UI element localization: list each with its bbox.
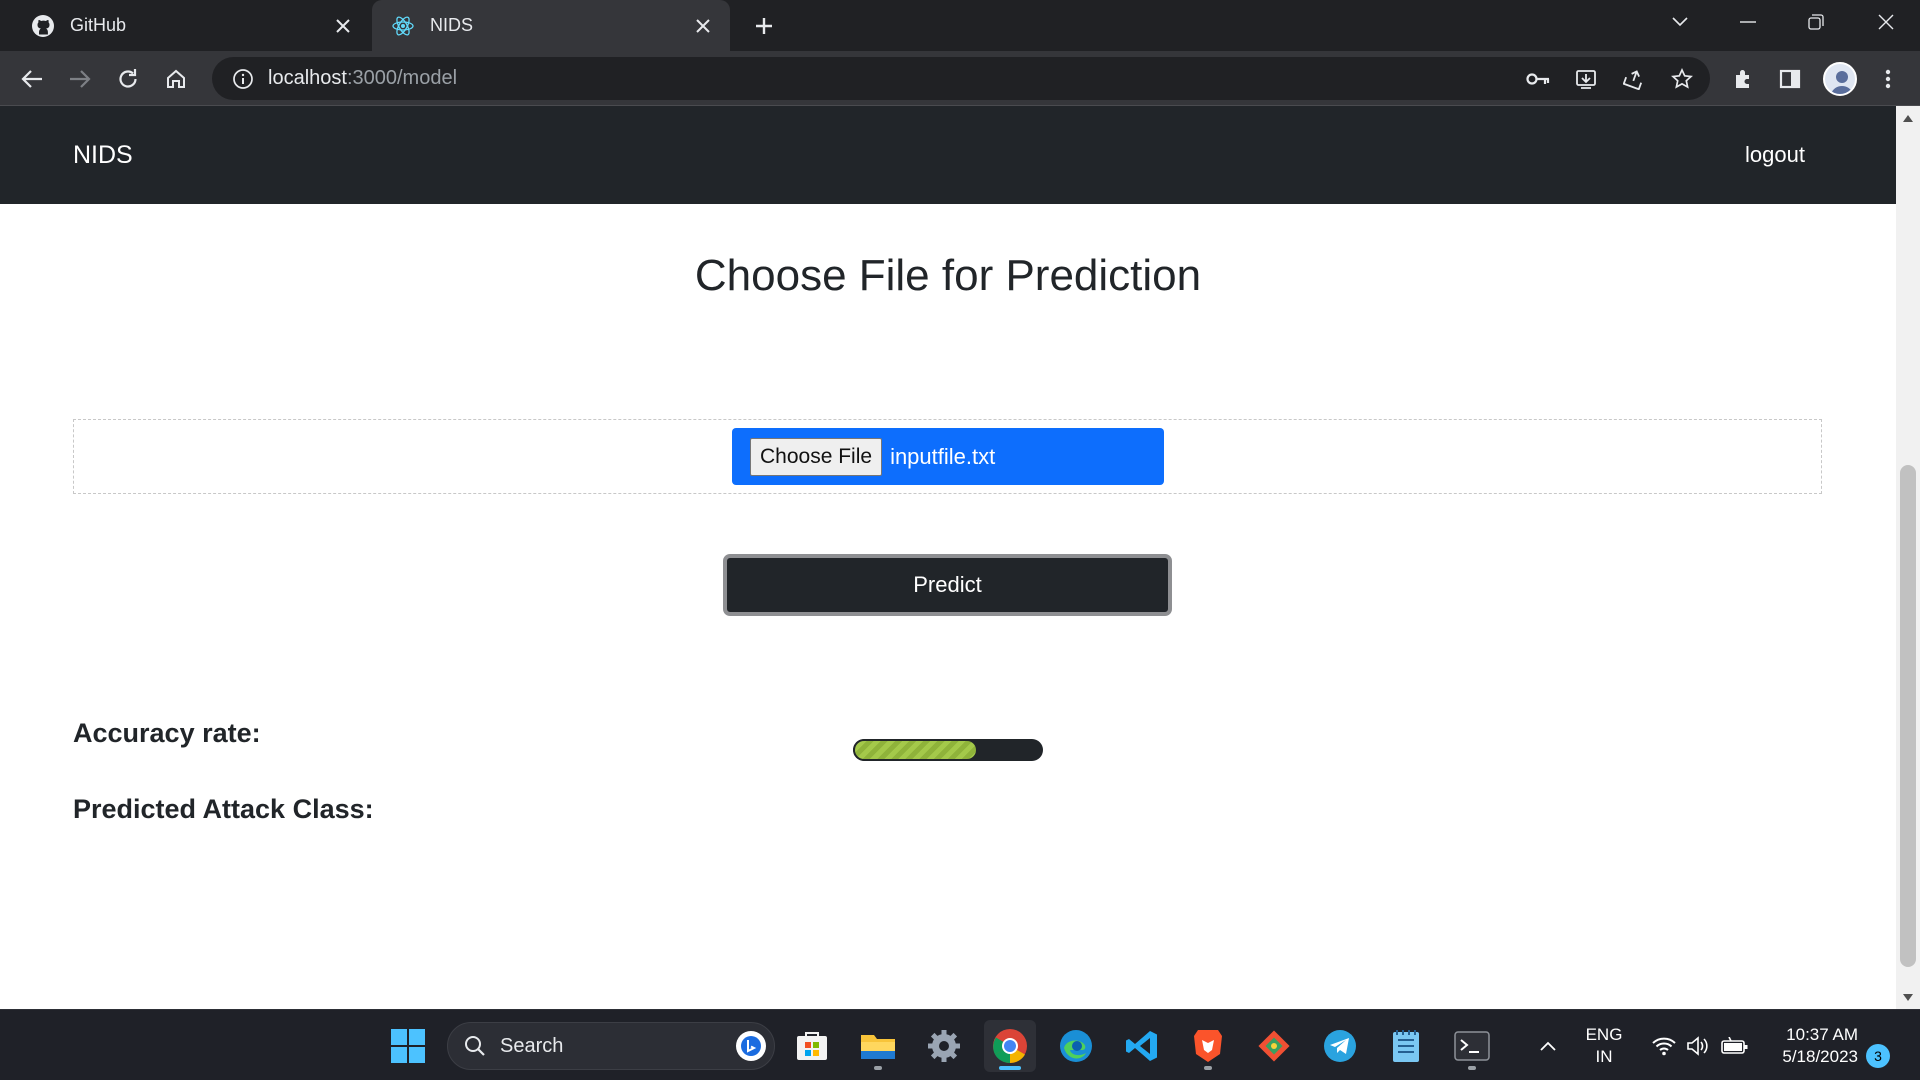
tab-github[interactable]: GitHub <box>0 0 370 51</box>
running-indicator <box>1468 1066 1476 1070</box>
close-icon[interactable] <box>688 11 718 41</box>
active-indicator <box>999 1066 1021 1070</box>
home-icon[interactable] <box>158 61 194 97</box>
running-indicator <box>874 1066 882 1070</box>
wifi-icon[interactable] <box>1648 1020 1680 1072</box>
vscode-icon[interactable] <box>1116 1020 1168 1072</box>
page-scrollbar[interactable] <box>1896 106 1920 1009</box>
page-title: Choose File for Prediction <box>694 251 1202 300</box>
taskbar: Search ENG IN 10:37 AM 5/18/2023 3 <box>0 1009 1920 1080</box>
progress-fill <box>853 739 979 761</box>
bing-icon[interactable] <box>736 1031 766 1061</box>
tab-title: NIDS <box>430 15 474 35</box>
predict-button[interactable]: Predict <box>723 554 1172 616</box>
taskbar-search[interactable]: Search <box>447 1022 775 1070</box>
microsoft-store-icon[interactable] <box>786 1020 838 1072</box>
bookmark-star-icon[interactable] <box>1664 61 1700 97</box>
accuracy-label: Accuracy rate: <box>73 718 261 748</box>
file-input[interactable]: Choose File inputfile.txt <box>732 428 1164 485</box>
search-icon <box>465 1036 485 1056</box>
browser-tab-strip: GitHub NIDS <box>0 0 1920 51</box>
search-placeholder: Search <box>500 1034 564 1057</box>
git-icon[interactable] <box>1248 1020 1300 1072</box>
attack-class-label: Predicted Attack Class: <box>73 794 374 824</box>
close-icon[interactable] <box>328 11 358 41</box>
react-icon <box>390 13 416 39</box>
navbar-brand[interactable]: NIDS <box>73 106 133 204</box>
url-host: localhost <box>268 67 347 89</box>
battery-icon[interactable] <box>1718 1020 1752 1072</box>
clock-date: 5/18/2023 <box>1782 1047 1858 1066</box>
language-indicator[interactable]: ENG IN <box>1574 1024 1634 1068</box>
url-path: :3000/model <box>346 67 458 89</box>
scroll-down-icon[interactable] <box>1902 991 1914 1003</box>
choose-file-button[interactable]: Choose File <box>750 437 883 476</box>
install-app-icon[interactable] <box>1568 61 1604 97</box>
tab-nids[interactable]: NIDS <box>372 0 730 51</box>
profile-avatar[interactable] <box>1823 62 1857 96</box>
settings-gear-icon[interactable] <box>918 1020 970 1072</box>
progress-bar <box>853 739 1043 761</box>
minimize-icon[interactable] <box>1720 0 1776 44</box>
terminal-icon[interactable] <box>1446 1020 1498 1072</box>
key-icon[interactable] <box>1520 61 1556 97</box>
running-indicator <box>1204 1066 1212 1070</box>
window-close-icon[interactable] <box>1858 0 1914 44</box>
file-explorer-icon[interactable] <box>852 1020 904 1072</box>
language-code: ENG <box>1585 1025 1623 1044</box>
scroll-up-icon[interactable] <box>1902 112 1914 124</box>
back-arrow-icon[interactable] <box>14 61 50 97</box>
logout-link[interactable]: logout <box>1745 106 1805 204</box>
extensions-icon[interactable] <box>1725 61 1761 97</box>
forward-arrow-icon[interactable] <box>62 61 98 97</box>
windows-start-icon[interactable] <box>382 1020 434 1072</box>
clock-time: 10:37 AM <box>1786 1025 1858 1044</box>
telegram-icon[interactable] <box>1314 1020 1366 1072</box>
scroll-thumb[interactable] <box>1900 465 1916 967</box>
chevron-up-icon[interactable] <box>1522 1020 1574 1072</box>
browser-toolbar: localhost:3000/model <box>0 51 1920 106</box>
page-viewport: NIDS logout Choose File for Prediction C… <box>0 106 1896 1009</box>
notepad-icon[interactable] <box>1380 1020 1432 1072</box>
tab-title: GitHub <box>70 15 127 35</box>
kebab-menu-icon[interactable] <box>1870 61 1906 97</box>
clock[interactable]: 10:37 AM 5/18/2023 <box>1762 1024 1858 1068</box>
language-region: IN <box>1595 1047 1613 1066</box>
tab-search-icon[interactable] <box>1652 0 1708 44</box>
address-bar[interactable]: localhost:3000/model <box>212 57 1710 100</box>
reload-icon[interactable] <box>110 61 146 97</box>
edge-icon[interactable] <box>1050 1020 1102 1072</box>
github-icon <box>30 13 56 39</box>
brave-icon[interactable] <box>1182 1020 1234 1072</box>
site-info-icon[interactable] <box>218 68 268 90</box>
selected-file-name: inputfile.txt <box>890 443 996 469</box>
restore-icon[interactable] <box>1788 0 1844 44</box>
navbar: NIDS logout <box>0 106 1896 204</box>
share-icon[interactable] <box>1616 61 1652 97</box>
side-panel-icon[interactable] <box>1772 61 1808 97</box>
notification-badge[interactable]: 3 <box>1866 1044 1890 1068</box>
chrome-icon[interactable] <box>984 1020 1036 1072</box>
volume-icon[interactable] <box>1682 1020 1714 1072</box>
new-tab-button[interactable] <box>748 10 780 42</box>
